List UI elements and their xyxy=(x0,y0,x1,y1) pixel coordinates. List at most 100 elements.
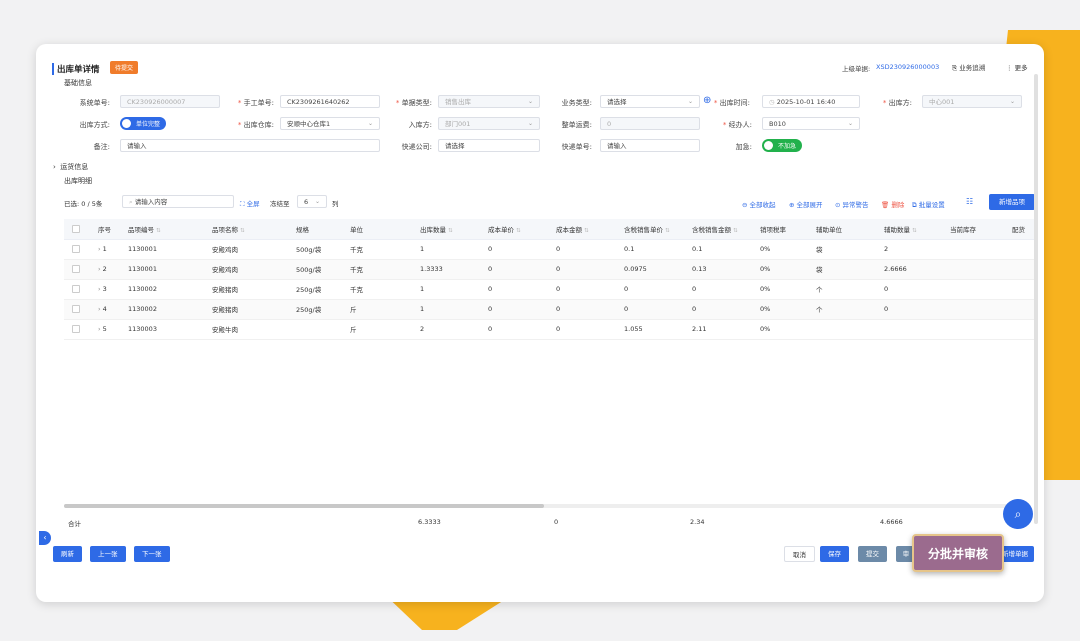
cell-name: 安殿牛肉 xyxy=(208,319,292,340)
system-no-label: 系统单号: xyxy=(79,99,110,107)
in-party-select[interactable]: 部门001 ⌄ xyxy=(438,117,540,130)
row-checkbox[interactable] xyxy=(64,299,94,320)
system-no-field: CK230926000007 xyxy=(120,95,220,108)
cell-spec: 250g/袋 xyxy=(292,279,346,300)
shipping-section-toggle[interactable]: › 运货信息 xyxy=(53,162,88,172)
row-checkbox[interactable] xyxy=(64,319,94,340)
fullscreen-button[interactable]: ⛶ 全屏 xyxy=(240,198,260,209)
next-button[interactable]: 下一张 xyxy=(134,546,170,562)
total-qty: 6.3333 xyxy=(418,518,441,526)
frozen-select[interactable]: 6 ⌄ xyxy=(297,195,327,208)
select-all-checkbox[interactable] xyxy=(64,219,94,240)
column-settings-icon[interactable]: ☷ xyxy=(966,197,973,206)
more-button[interactable]: ⋮ 更多 xyxy=(1006,62,1028,72)
row-index[interactable]: › 1 xyxy=(94,239,124,260)
row-checkbox[interactable] xyxy=(64,279,94,300)
col-header[interactable]: 品项名称 ⇅ xyxy=(208,219,292,240)
out-method-toggle[interactable]: 单位完整 xyxy=(120,117,167,130)
refresh-button[interactable]: 刷新 xyxy=(53,546,82,562)
cell-qty: 2 xyxy=(416,319,484,340)
batch-audit-button[interactable]: 分批并审核 xyxy=(912,534,1004,572)
table-row[interactable]: › 4 1130002 安殿猪肉 250g/袋斤 1 0 0 0 0 0% 个 0 xyxy=(64,299,1034,320)
add-item-button[interactable]: 新增品项 xyxy=(989,194,1035,210)
col-header: 序号 xyxy=(94,219,124,240)
status-badge: 待提交 xyxy=(110,61,139,74)
page-vertical-scrollbar[interactable] xyxy=(1034,74,1038,524)
manual-no-field[interactable]: CK2309261640262 xyxy=(280,95,380,108)
row-index[interactable]: › 5 xyxy=(94,319,124,340)
cell-spec: 500g/袋 xyxy=(292,259,346,280)
cell-unit: 千克 xyxy=(346,279,416,300)
col-header[interactable]: 辅助数量 ⇅ xyxy=(880,219,946,240)
sort-icon: ⇅ xyxy=(733,227,738,234)
cancel-button[interactable]: 取消 xyxy=(784,546,815,562)
cell-cost-amt: 0 xyxy=(552,239,620,260)
collapse-all-button[interactable]: ⊖ 全部收起 xyxy=(742,199,776,209)
sort-icon: ⇅ xyxy=(584,227,589,234)
cell-qty: 1 xyxy=(416,279,484,300)
cell-aux-qty: 0 xyxy=(880,279,946,300)
remark-input[interactable]: 请输入 xyxy=(120,139,380,152)
clock-icon: ◷ xyxy=(769,98,777,106)
urgent-toggle[interactable]: 不加急 xyxy=(762,139,803,152)
biz-type-label: 业务类型: xyxy=(561,99,592,107)
search-fab-icon[interactable]: ⌕ xyxy=(1003,499,1033,529)
col-header: 当前库存 xyxy=(946,219,1008,240)
biz-type-select[interactable]: 请选择 ⌄ xyxy=(600,95,700,108)
chevron-down-icon: ⌄ xyxy=(1009,98,1015,105)
abnormal-button[interactable]: ⊙ 异常警告 xyxy=(835,199,869,209)
table-row[interactable]: › 5 1130003 安殿牛肉斤 2 0 0 1.055 2.11 0% xyxy=(64,319,1034,340)
out-party-select[interactable]: 中心001 ⌄ xyxy=(922,95,1022,108)
cell-aux-qty: 2 xyxy=(880,239,946,260)
detail-search-input[interactable]: ⌕ 请输入内容 xyxy=(122,195,234,208)
expand-all-button[interactable]: ⊕ 全部展开 xyxy=(789,199,823,209)
table-horizontal-scrollbar[interactable] xyxy=(64,504,1014,508)
row-index[interactable]: › 2 xyxy=(94,259,124,280)
save-button[interactable]: 保存 xyxy=(820,546,849,562)
remark-label: 备注: xyxy=(93,143,110,151)
sort-icon: ⇅ xyxy=(448,227,453,234)
express-co-select[interactable]: 请选择 xyxy=(438,139,540,152)
prev-button[interactable]: 上一张 xyxy=(90,546,126,562)
delete-button[interactable]: 🗑 删除 xyxy=(881,199,904,209)
cell-spec xyxy=(292,319,346,340)
cell-unit: 斤 xyxy=(346,299,416,320)
total-cost-amt: 0 xyxy=(554,518,559,526)
manual-no-label: 手工单号: xyxy=(214,98,274,108)
cell-code: 1130003 xyxy=(124,319,208,340)
cell-tax: 0% xyxy=(756,259,812,280)
submit-button[interactable]: 提交 xyxy=(858,546,887,562)
col-header[interactable]: 品项编号 ⇅ xyxy=(124,219,208,240)
out-wh-select[interactable]: 安顺中心仓库1 ⌄ xyxy=(280,117,380,130)
row-checkbox[interactable] xyxy=(64,239,94,260)
row-index[interactable]: › 3 xyxy=(94,279,124,300)
col-header[interactable]: 含税销售单价 ⇅ xyxy=(620,219,688,240)
cell-code: 1130002 xyxy=(124,279,208,300)
cell-code: 1130001 xyxy=(124,239,208,260)
row-index[interactable]: › 4 xyxy=(94,299,124,320)
cell-aux-unit: 袋 xyxy=(812,259,880,280)
cell-tax: 0% xyxy=(756,239,812,260)
trace-button[interactable]: ⎘ 业务追溯 xyxy=(952,62,985,73)
in-party-label: 入库方: xyxy=(408,121,432,129)
out-time-field[interactable]: ◷ 2025-10-01 16:40 xyxy=(762,95,860,108)
collapse-side-icon[interactable]: ‹ xyxy=(39,531,51,545)
table-row[interactable]: › 3 1130002 安殿猪肉 250g/袋 千克 1 0 0 0 0 0% 个 0 xyxy=(64,279,1034,300)
col-header[interactable]: 成本单价 ⇅ xyxy=(484,219,552,240)
handler-select[interactable]: B010 ⌄ xyxy=(762,117,860,130)
upstream-link[interactable]: XSD230926000003 xyxy=(876,63,939,71)
col-suffix: 列 xyxy=(332,200,339,208)
table-row[interactable]: › 1 1130001 安殿鸡肉 500g/袋 千克 1 0 0 0.1 0.1 0% 袋 2 xyxy=(64,239,1034,260)
row-checkbox[interactable] xyxy=(64,259,94,280)
col-header[interactable]: 出库数量 ⇅ xyxy=(416,219,484,240)
col-header[interactable]: 含税销售金额 ⇅ xyxy=(688,219,756,240)
doc-type-select[interactable]: 销售出库 ⌄ xyxy=(438,95,540,108)
chevron-down-icon: ⌄ xyxy=(847,120,853,127)
sort-icon: ⇅ xyxy=(156,227,161,234)
basic-section-title: 基础信息 xyxy=(64,79,92,87)
detail-section-title: 出库明细 xyxy=(64,177,92,185)
batch-set-button[interactable]: ⧉ 批量设置 xyxy=(912,199,945,210)
express-no-input[interactable]: 请输入 xyxy=(600,139,700,152)
col-header[interactable]: 成本金额 ⇅ xyxy=(552,219,620,240)
table-row[interactable]: › 2 1130001 安殿鸡肉 500g/袋 千克 1.3333 0 0 0.0975 0.13… xyxy=(64,259,1034,280)
